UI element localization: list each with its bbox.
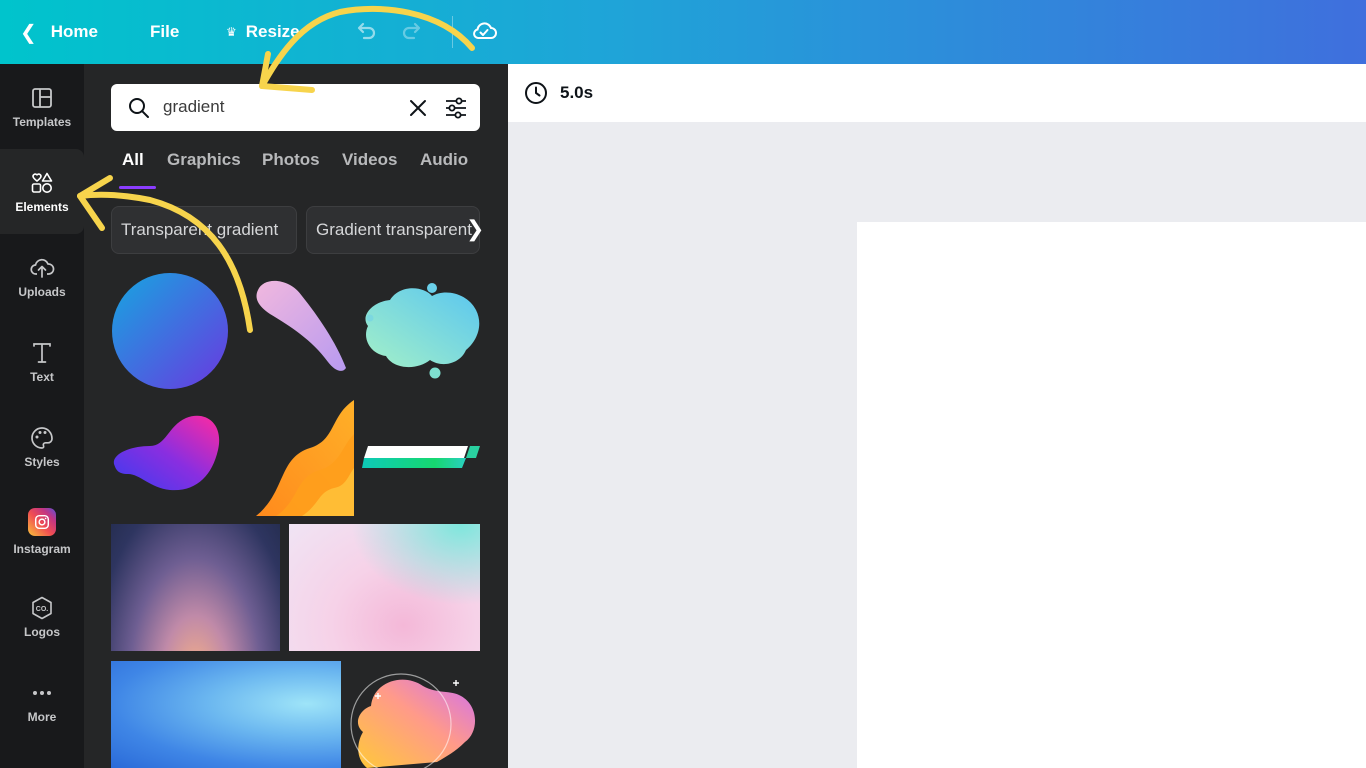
rail-item-logos[interactable]: CO. Logos (0, 574, 84, 659)
elements-panel: All Graphics Photos Videos Audio Transpa… (84, 64, 508, 768)
rail-item-instagram[interactable]: Instagram (0, 489, 84, 574)
gradient-blob-sparkle-graphic[interactable] (347, 672, 483, 768)
gradient-blob-graphic[interactable] (110, 412, 222, 496)
rail-item-styles[interactable]: Styles (0, 404, 84, 489)
gradient-circle-graphic[interactable] (110, 272, 230, 392)
search-box (111, 84, 480, 131)
resize-label: Resize (245, 22, 300, 41)
suggestion-chip[interactable]: Gradient transparent (306, 206, 480, 254)
tab-graphics[interactable]: Graphics (167, 150, 241, 170)
rail-item-text[interactable]: Text (0, 319, 84, 404)
gradient-brush-stroke-graphic[interactable] (250, 274, 350, 374)
side-rail: Templates Elements Uploads Text Styles I… (0, 64, 84, 768)
logos-icon: CO. (32, 596, 52, 619)
rail-label-templates: Templates (12, 114, 72, 129)
gradient-photo-sunset[interactable] (111, 524, 280, 651)
file-label: File (150, 22, 180, 41)
text-icon (33, 342, 51, 363)
search-input[interactable] (163, 94, 393, 120)
suggestion-chip[interactable]: Transparent gradient (111, 206, 297, 254)
rail-item-uploads[interactable]: Uploads (0, 234, 84, 319)
canvas-workspace (508, 122, 1366, 768)
tab-videos[interactable]: Videos (342, 150, 397, 170)
upload-cloud-icon (30, 258, 55, 278)
rail-label-styles: Styles (24, 454, 60, 469)
more-dots-icon (33, 690, 51, 695)
svg-text:CO.: CO. (36, 606, 49, 613)
chevron-left-icon: ❮ (20, 21, 37, 44)
clear-search-icon[interactable] (407, 97, 429, 119)
gradient-photo-blue[interactable] (111, 661, 341, 768)
rail-item-templates[interactable]: Templates (0, 64, 84, 149)
resize-button[interactable]: ♛ Resize (226, 0, 300, 64)
rail-label-elements: Elements (15, 199, 69, 214)
undo-icon[interactable] (352, 18, 378, 44)
home-label: Home (50, 22, 98, 41)
rail-item-more[interactable]: More (0, 659, 84, 744)
rail-item-elements[interactable]: Elements (0, 149, 84, 234)
tab-photos[interactable]: Photos (262, 150, 320, 170)
top-bar: ❮ Home File ♛ Resize (0, 0, 1366, 64)
palette-icon (31, 426, 53, 449)
crown-icon: ♛ (226, 25, 237, 39)
gradient-photo-pastel[interactable] (289, 524, 480, 651)
rail-label-logos: Logos (24, 624, 60, 639)
gradient-blob-cloud-graphic[interactable] (360, 280, 482, 382)
tab-all[interactable]: All (122, 150, 144, 170)
rail-label-more: More (27, 709, 57, 724)
file-menu-button[interactable]: File (150, 0, 179, 64)
content-tabs: All Graphics Photos Videos Audio (111, 150, 480, 190)
toolbar-divider (452, 16, 453, 48)
filter-sliders-icon[interactable] (443, 95, 469, 121)
rail-label-instagram: Instagram (13, 541, 71, 556)
chevron-right-icon[interactable]: ❯ (466, 216, 488, 244)
design-page[interactable] (857, 222, 1366, 768)
gradient-wave-corner-graphic[interactable] (256, 400, 354, 516)
rail-label-text: Text (30, 369, 54, 384)
search-icon (129, 98, 149, 118)
elements-icon (31, 172, 53, 193)
duration-label[interactable]: 5.0s (560, 83, 593, 103)
page-timing-bar: 5.0s (508, 64, 1366, 122)
gradient-stripe-banner-graphic[interactable] (362, 444, 482, 470)
home-button[interactable]: ❮ Home (20, 0, 98, 64)
redo-icon[interactable] (400, 18, 426, 44)
instagram-icon (28, 507, 56, 536)
cloud-saved-icon[interactable] (470, 18, 498, 44)
tab-audio[interactable]: Audio (420, 150, 468, 170)
templates-icon (32, 87, 52, 108)
clock-icon[interactable] (524, 81, 548, 105)
active-tab-indicator (119, 186, 156, 189)
rail-label-uploads: Uploads (18, 284, 66, 299)
